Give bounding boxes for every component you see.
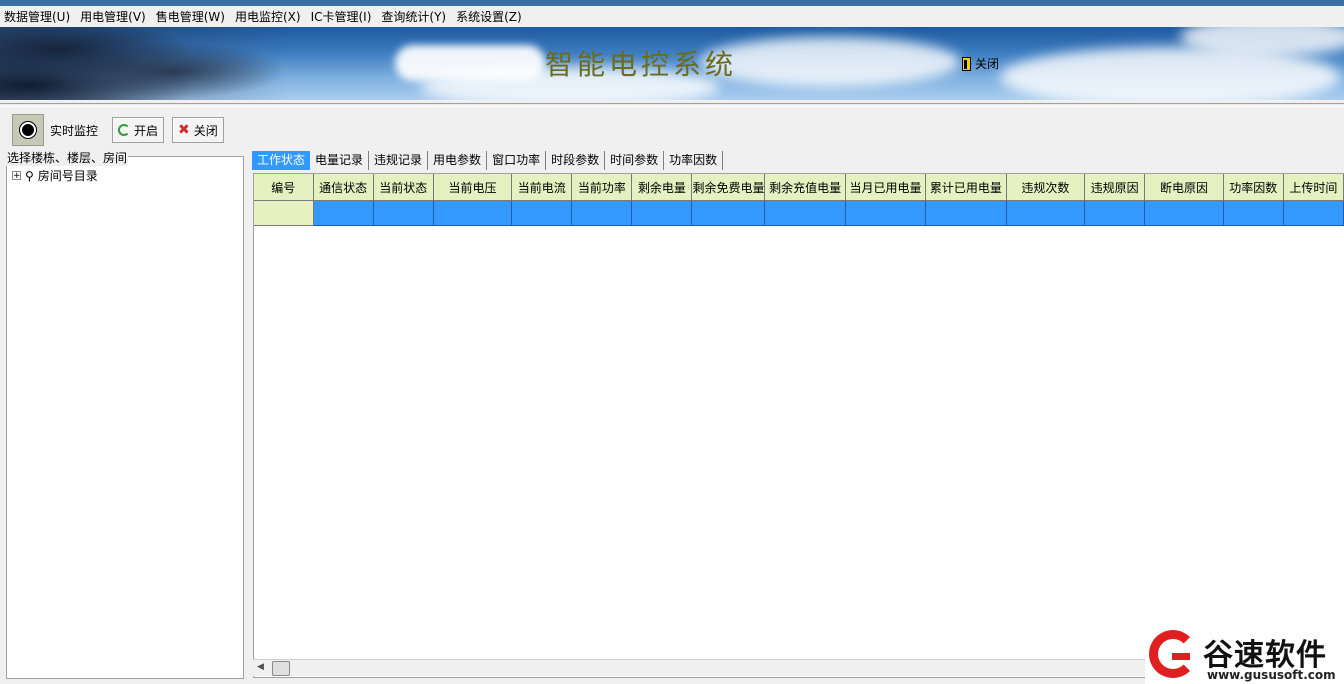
- refresh-icon: [118, 124, 131, 136]
- banner-close-label: 关闭: [975, 57, 1000, 71]
- menu-sales-management[interactable]: 售电管理(W): [152, 8, 229, 25]
- menu-bar: 数据管理(U) 用电管理(V) 售电管理(W) 用电监控(X) IC卡管理(I)…: [0, 6, 1344, 27]
- watermark-url: www.gususoft.com: [1207, 668, 1336, 682]
- scroll-thumb[interactable]: [272, 661, 290, 676]
- tab-window-power[interactable]: 窗口功率: [487, 151, 547, 170]
- bulb-icon: ⚲: [25, 168, 34, 183]
- watermark: 谷速软件 www.gususoft.com: [1145, 626, 1344, 684]
- menu-system-settings[interactable]: 系统设置(Z): [452, 8, 526, 25]
- table-cell[interactable]: [313, 200, 374, 226]
- room-tree-panel: + ⚲ 房间号目录: [6, 156, 244, 679]
- col-header[interactable]: 违规次数: [1006, 174, 1086, 201]
- table-cell[interactable]: [511, 200, 573, 226]
- menu-power-monitoring[interactable]: 用电监控(X): [231, 8, 305, 25]
- record-icon: [12, 114, 44, 146]
- col-header[interactable]: 剩余电量: [631, 174, 693, 201]
- realtime-monitor-button[interactable]: 实时监控: [12, 114, 98, 146]
- close-button[interactable]: ✖ 关闭: [172, 117, 224, 143]
- table-cell[interactable]: [764, 200, 846, 226]
- table-cell[interactable]: [1084, 200, 1146, 226]
- tree-panel-legend: 选择楼栋、楼层、房间: [6, 149, 129, 166]
- col-header[interactable]: 当前电压: [433, 174, 513, 201]
- tab-strip: 工作状态 电量记录 违规记录 用电参数 窗口功率 时段参数 时间参数 功率因数: [252, 151, 724, 170]
- col-header[interactable]: 当前电流: [511, 174, 573, 201]
- col-header[interactable]: 编号: [254, 174, 314, 201]
- start-label: 开启: [134, 123, 159, 138]
- tab-violation-records[interactable]: 违规记录: [369, 151, 429, 170]
- col-header[interactable]: 累计已用电量: [925, 174, 1007, 201]
- col-header[interactable]: 当月已用电量: [845, 174, 927, 201]
- close-label: 关闭: [193, 123, 218, 138]
- table-header-row: 编号 通信状态 当前状态 当前电压 当前电流 当前功率 剩余电量 剩余免费电量 …: [254, 174, 1344, 201]
- col-header[interactable]: 当前功率: [571, 174, 633, 201]
- toolbar: 实时监控 开启 ✖ 关闭: [6, 111, 1344, 149]
- tab-energy-records[interactable]: 电量记录: [310, 151, 370, 170]
- watermark-logo: [1149, 630, 1197, 678]
- menu-power-management[interactable]: 用电管理(V): [76, 8, 150, 25]
- tab-work-status[interactable]: 工作状态: [252, 151, 311, 170]
- expand-plus-icon[interactable]: +: [12, 171, 21, 181]
- tree-node-root[interactable]: + ⚲ 房间号目录: [12, 167, 98, 184]
- scroll-left-icon[interactable]: ◀: [257, 662, 264, 672]
- tab-power-params[interactable]: 用电参数: [428, 151, 488, 170]
- tree-node-label: 房间号目录: [37, 169, 98, 183]
- table-cell[interactable]: [631, 200, 693, 226]
- table-cell[interactable]: [571, 200, 633, 226]
- col-header[interactable]: 剩余免费电量: [691, 174, 766, 201]
- col-header[interactable]: 当前状态: [373, 174, 434, 201]
- menu-ic-card-management[interactable]: IC卡管理(I): [307, 8, 376, 25]
- row-number-cell[interactable]: [254, 200, 314, 226]
- table-row[interactable]: [254, 200, 1344, 226]
- app-title: 智能电控系统: [545, 48, 738, 81]
- tab-power-factor[interactable]: 功率因数: [664, 151, 724, 170]
- close-x-icon: ✖: [178, 122, 190, 138]
- menu-query-statistics[interactable]: 查询统计(Y): [377, 8, 450, 25]
- table-cell[interactable]: [1223, 200, 1284, 226]
- tree-branches-image: [0, 27, 290, 100]
- exit-door-icon: [962, 56, 971, 71]
- tab-period-params[interactable]: 时段参数: [546, 151, 606, 170]
- realtime-monitor-label: 实时监控: [50, 123, 99, 138]
- status-table: 编号 通信状态 当前状态 当前电压 当前电流 当前功率 剩余电量 剩余免费电量 …: [254, 174, 1344, 226]
- menu-data-management[interactable]: 数据管理(U): [0, 8, 74, 25]
- tab-time-params[interactable]: 时间参数: [605, 151, 665, 170]
- banner-close-link[interactable]: 关闭: [962, 55, 999, 72]
- table-cell[interactable]: [925, 200, 1007, 226]
- col-header[interactable]: 功率因数: [1223, 174, 1284, 201]
- cloud-decoration: [700, 37, 960, 87]
- separator: [0, 103, 1344, 107]
- obscured-logo-area: [395, 45, 545, 81]
- col-header[interactable]: 剩余充值电量: [764, 174, 846, 201]
- col-header[interactable]: 通信状态: [313, 174, 374, 201]
- table-cell[interactable]: [691, 200, 766, 226]
- table-cell[interactable]: [433, 200, 513, 226]
- header-banner: 智能电控系统 关闭: [0, 27, 1344, 100]
- col-header[interactable]: 违规原因: [1084, 174, 1146, 201]
- status-grid: 编号 通信状态 当前状态 当前电压 当前电流 当前功率 剩余电量 剩余免费电量 …: [253, 173, 1344, 678]
- table-cell[interactable]: [845, 200, 927, 226]
- table-cell[interactable]: [373, 200, 434, 226]
- table-cell[interactable]: [1144, 200, 1224, 226]
- table-cell[interactable]: [1283, 200, 1344, 226]
- col-header[interactable]: 上传时间: [1283, 174, 1344, 201]
- col-header[interactable]: 断电原因: [1144, 174, 1224, 201]
- start-button[interactable]: 开启: [112, 117, 165, 143]
- table-cell[interactable]: [1006, 200, 1086, 226]
